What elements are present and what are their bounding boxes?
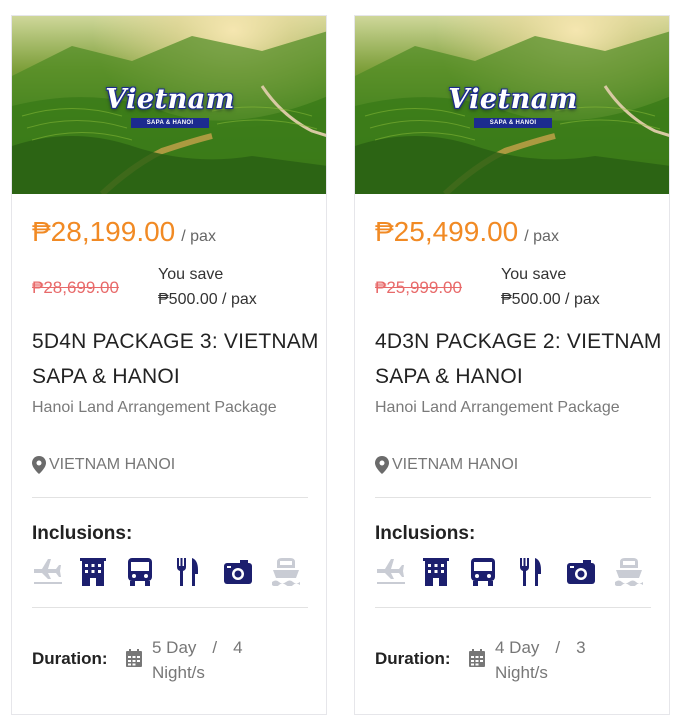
inclusions-icons: [375, 556, 663, 588]
bus-icon: [471, 556, 519, 588]
plane-icon: [32, 556, 80, 588]
divider: [375, 497, 651, 498]
calendar-icon: [126, 649, 142, 672]
duration-nights-label: Night/s: [495, 663, 548, 682]
location: VIETNAM HANOI: [375, 456, 518, 474]
duration-days: 5 Day: [152, 638, 197, 657]
savings-amount: ₱500.00 / pax: [501, 291, 600, 308]
plane-icon: [375, 556, 423, 588]
inclusions-label: Inclusions:: [32, 523, 133, 544]
package-title[interactable]: 5D4N PACKAGE 3: VIETNAM SAPA & HANOI: [32, 324, 322, 394]
duration-label: Duration:: [32, 649, 108, 668]
package-image[interactable]: Vietnam SAPA & HANOI: [12, 16, 326, 194]
duration-separator: /: [555, 638, 561, 657]
inclusions-icons: [32, 556, 320, 588]
duration-separator: /: [212, 638, 218, 657]
location: VIETNAM HANOI: [32, 456, 175, 474]
calendar-icon: [469, 649, 485, 672]
camera-icon: [567, 556, 615, 588]
duration-label: Duration:: [375, 649, 451, 668]
package-card[interactable]: Vietnam SAPA & HANOI ₱25,499.00 / pax ₱25…: [354, 15, 670, 715]
price: ₱25,499.00: [375, 216, 519, 247]
package-subtitle: Hanoi Land Arrangement Package: [375, 399, 620, 416]
original-price: ₱28,699.00: [32, 278, 119, 297]
utensils-icon: [519, 556, 567, 588]
camera-icon: [224, 556, 272, 588]
hotel-icon: [80, 556, 128, 588]
price-row: ₱28,199.00 / pax: [32, 216, 216, 248]
duration-nights-label: Night/s: [152, 663, 205, 682]
per-pax-label: / pax: [181, 228, 216, 245]
location-text: VIETNAM HANOI: [49, 456, 176, 473]
you-save-label: You save: [158, 266, 224, 283]
price-row: ₱25,499.00 / pax: [375, 216, 559, 248]
divider: [32, 607, 308, 608]
divider: [375, 607, 651, 608]
duration-days: 4 Day: [495, 638, 540, 657]
duration-value: 4 Day / 3 Night/s: [495, 635, 586, 685]
ship-icon: [615, 556, 663, 588]
map-pin-icon: [375, 456, 389, 474]
package-subtitle: Hanoi Land Arrangement Package: [32, 399, 277, 416]
divider: [32, 497, 308, 498]
map-pin-icon: [32, 456, 46, 474]
hero-badge: SAPA & HANOI: [131, 118, 209, 128]
savings-amount: ₱500.00 / pax: [158, 291, 257, 308]
location-text: VIETNAM HANOI: [392, 456, 519, 473]
utensils-icon: [176, 556, 224, 588]
duration-nights-number: 3: [576, 638, 586, 657]
price: ₱28,199.00: [32, 216, 176, 247]
package-card[interactable]: Vietnam SAPA & HANOI ₱28,199.00 / pax ₱28…: [11, 15, 327, 715]
original-price: ₱25,999.00: [375, 278, 462, 297]
you-save-label: You save: [501, 266, 567, 283]
hero-badge: SAPA & HANOI: [474, 118, 552, 128]
ship-icon: [272, 556, 320, 588]
package-image[interactable]: Vietnam SAPA & HANOI: [355, 16, 669, 194]
inclusions-label: Inclusions:: [375, 523, 476, 544]
hero-title: Vietnam: [448, 84, 578, 115]
bus-icon: [128, 556, 176, 588]
package-title[interactable]: 4D3N PACKAGE 2: VIETNAM SAPA & HANOI: [375, 324, 665, 394]
duration-value: 5 Day / 4 Night/s: [152, 635, 243, 685]
duration-nights-number: 4: [233, 638, 243, 657]
hero-title: Vietnam: [105, 84, 235, 115]
hotel-icon: [423, 556, 471, 588]
per-pax-label: / pax: [524, 228, 559, 245]
